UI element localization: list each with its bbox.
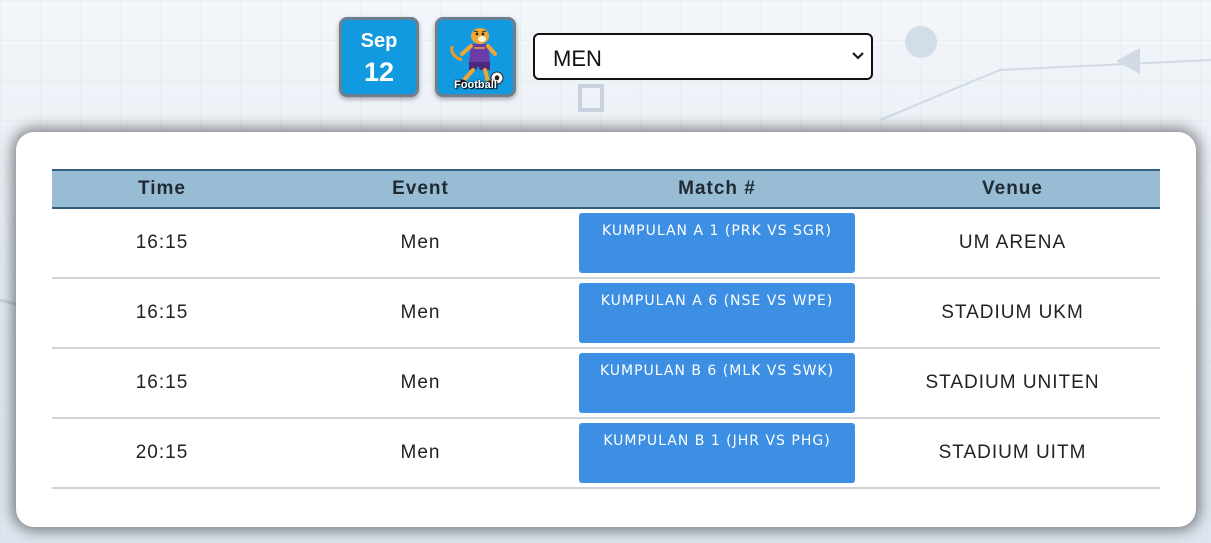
match-button[interactable]: KUMPULAN A 1 (PRK VS SGR) [579, 213, 855, 273]
cell-venue: STADIUM UITM [865, 418, 1160, 489]
cell-venue: STADIUM UKM [865, 278, 1160, 349]
header-event: Event [272, 169, 569, 209]
cell-time: 20:15 [52, 418, 272, 489]
cell-match: KUMPULAN A 1 (PRK VS SGR) [569, 208, 865, 279]
table-row: 16:15 Men KUMPULAN B 6 (MLK VS SWK) STAD… [52, 348, 1160, 419]
date-month: Sep [360, 30, 398, 52]
date-badge: Sep 12 [339, 17, 419, 97]
match-button[interactable]: KUMPULAN B 1 (JHR VS PHG) [579, 423, 855, 483]
cell-event: Men [272, 418, 569, 489]
table-row: 16:15 Men KUMPULAN A 1 (PRK VS SGR) UM A… [52, 208, 1160, 279]
header-match: Match # [569, 169, 865, 209]
schedule-card: Time Event Match # Venue 16:15 Men KUMPU… [16, 132, 1196, 527]
cell-event: Men [272, 348, 569, 419]
date-day: 12 [363, 57, 395, 87]
category-select[interactable]: MEN [533, 33, 873, 80]
cell-event: Men [272, 278, 569, 349]
header-time: Time [52, 169, 272, 209]
cell-venue: STADIUM UNITEN [865, 348, 1160, 419]
cell-time: 16:15 [52, 348, 272, 419]
table-header-row: Time Event Match # Venue [52, 169, 1160, 209]
cell-time: 16:15 [52, 208, 272, 279]
match-button[interactable]: KUMPULAN A 6 (NSE VS WPE) [579, 283, 855, 343]
cell-time: 16:15 [52, 278, 272, 349]
match-button[interactable]: KUMPULAN B 6 (MLK VS SWK) [579, 353, 855, 413]
header-venue: Venue [865, 169, 1160, 209]
cell-match: KUMPULAN B 1 (JHR VS PHG) [569, 418, 865, 489]
cell-event: Men [272, 208, 569, 279]
cell-match: KUMPULAN A 6 (NSE VS WPE) [569, 278, 865, 349]
sport-badge[interactable]: Football [435, 17, 516, 97]
category-select-value: MEN [553, 46, 602, 71]
cell-venue: UM ARENA [865, 208, 1160, 279]
table-row: 16:15 Men KUMPULAN A 6 (NSE VS WPE) STAD… [52, 278, 1160, 349]
chevron-down-icon [852, 52, 864, 60]
sport-label: Football [454, 79, 497, 91]
cell-match: KUMPULAN B 6 (MLK VS SWK) [569, 348, 865, 419]
table-row: 20:15 Men KUMPULAN B 1 (JHR VS PHG) STAD… [52, 418, 1160, 489]
schedule-table: Time Event Match # Venue 16:15 Men KUMPU… [52, 169, 1160, 489]
